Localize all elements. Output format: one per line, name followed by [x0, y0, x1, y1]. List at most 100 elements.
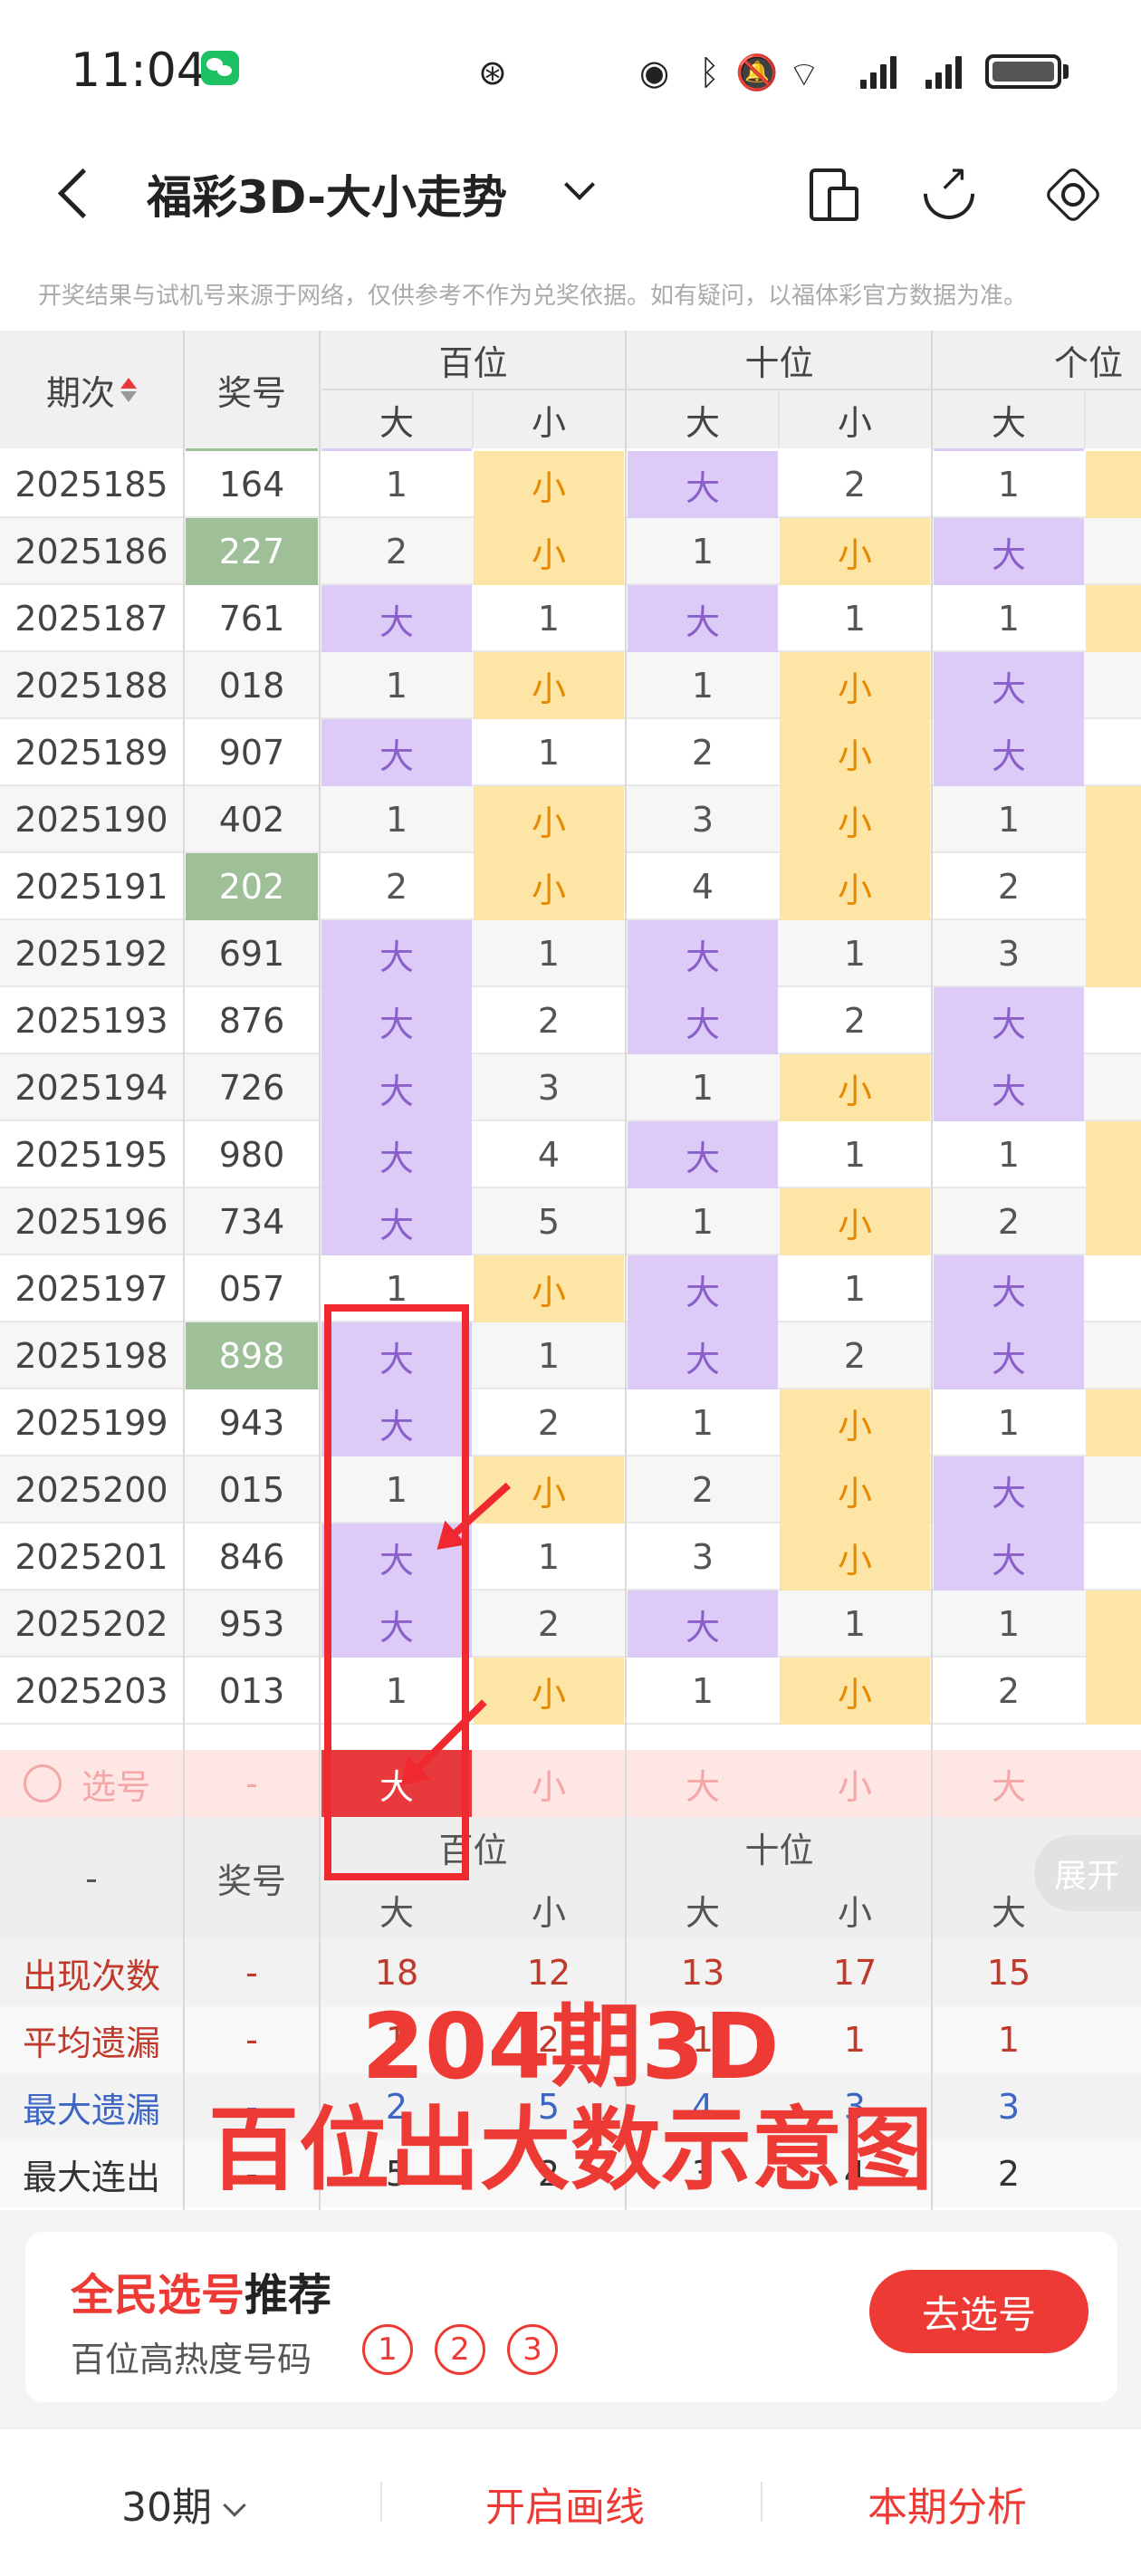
trend-cell: 1 — [997, 1135, 1021, 1175]
eye-icon: ◉ — [639, 53, 670, 92]
group-hundreds: 百位 — [438, 342, 508, 383]
trend-cell: 大 — [934, 1054, 1084, 1121]
number-cell: 943 — [218, 1403, 285, 1443]
period-selector[interactable]: 30期 — [121, 2475, 246, 2533]
table-row: 2025192 691 大 1 大 1 3 — [0, 920, 1141, 987]
footer-sub-small: 小 — [837, 1893, 872, 1933]
number-cell: 726 — [218, 1068, 285, 1108]
recommend-card[interactable]: 全民选号推荐 百位高热度号码 1 2 3 去选号 — [25, 2232, 1117, 2402]
group-units: 个位 — [1053, 342, 1123, 383]
footer-sub-big: 大 — [685, 1893, 720, 1933]
number-cell: 164 — [218, 465, 285, 505]
trend-cell: 2 — [843, 1001, 867, 1041]
trend-cell: 1 — [843, 1135, 867, 1175]
trend-cell: 1 — [997, 1604, 1021, 1644]
table-row: 2025200 015 1 小 2 小大 — [0, 1456, 1141, 1523]
trend-cell: 小 — [780, 1523, 930, 1591]
share-icon[interactable] — [918, 158, 974, 219]
trend-cell: 1 — [691, 1671, 714, 1711]
recommend-subtitle: 百位高热度号码 — [71, 2340, 312, 2379]
trend-cell: 1 — [997, 465, 1021, 505]
draw-line-button[interactable]: 开启画线 — [485, 2475, 645, 2533]
battery-icon — [985, 54, 1061, 89]
trend-cell: 1 — [843, 1604, 867, 1644]
pick-cell[interactable]: 大 — [628, 1750, 778, 1817]
pick-cell[interactable]: 小 — [780, 1750, 930, 1817]
footer-period: - — [85, 1858, 98, 1898]
units-small-edge — [1086, 1322, 1141, 1389]
trend-cell: 大 — [321, 920, 472, 987]
period-cell: 2025188 — [14, 666, 168, 706]
period-analysis-button[interactable]: 本期分析 — [868, 2475, 1027, 2533]
go-pick-button[interactable]: 去选号 — [869, 2270, 1088, 2353]
trend-cell: 大 — [628, 585, 778, 652]
pick-cell[interactable]: 大 — [934, 1750, 1084, 1817]
table-row: 2025198 898 大 1 大 2 大 — [0, 1322, 1141, 1389]
trend-cell: 小 — [474, 652, 624, 719]
chevron-down-icon[interactable] — [564, 169, 595, 200]
page-title[interactable]: 福彩3D-大小走势 — [147, 161, 507, 226]
sort-icon[interactable] — [120, 377, 137, 402]
trend-cell: 小 — [780, 1658, 930, 1725]
overlay-text-line2: 百位出大数示意图 — [208, 2097, 933, 2203]
sub-big: 大 — [379, 402, 414, 443]
trend-cell: 大 — [628, 987, 778, 1054]
trend-cell: 大 — [934, 1255, 1084, 1322]
trend-cell: 大 — [321, 1188, 472, 1255]
footer-number: 奖号 — [216, 1861, 286, 1901]
trend-cell: 2 — [691, 733, 714, 773]
units-small-edge — [1086, 786, 1141, 853]
status-bar: 11:04 ⊛ ◉ ᛒ 🔕 ⌔ — [0, 0, 1141, 136]
circle-icon[interactable] — [24, 1764, 62, 1802]
trend-cell: 1 — [691, 532, 714, 572]
units-small-edge — [1086, 518, 1141, 585]
table-row: 2025202 953 大 2 大 1 1 — [0, 1591, 1141, 1658]
sub-big: 大 — [685, 402, 720, 443]
number-ball: 1 — [362, 2324, 413, 2375]
units-small-edge — [1086, 1591, 1141, 1658]
pick-cell[interactable]: 小 — [474, 1750, 624, 1817]
trend-cell: 1 — [537, 599, 561, 639]
trend-cell: 1 — [691, 1403, 714, 1443]
table-row: 2025194 726 大 3 1 小大 — [0, 1054, 1141, 1121]
trend-cell: 1 — [385, 666, 408, 706]
trend-cell: 1 — [843, 599, 867, 639]
signal-icon-2 — [925, 54, 962, 89]
trend-cell: 4 — [691, 867, 714, 907]
period-cell: 2025191 — [14, 867, 168, 907]
trend-cell: 1 — [385, 465, 408, 505]
trend-cell: 2 — [537, 1604, 561, 1644]
nfc-icon: ⊛ — [478, 53, 507, 92]
trend-cell: 2 — [537, 1001, 561, 1041]
units-small-edge — [1086, 1456, 1141, 1523]
trend-cell: 小 — [474, 786, 624, 853]
screen-rotate-icon[interactable] — [801, 163, 858, 221]
trend-cell: 大 — [628, 1121, 778, 1188]
number-column-header: 奖号 — [216, 372, 286, 413]
units-small-edge — [1086, 719, 1141, 786]
trend-cell: 1 — [537, 1336, 561, 1376]
trend-cell: 2 — [537, 1403, 561, 1443]
trend-cell: 1 — [997, 599, 1021, 639]
back-icon[interactable] — [54, 163, 98, 226]
units-small-edge — [1086, 585, 1141, 652]
footer-sub-small: 小 — [531, 1893, 566, 1933]
period-column-header[interactable]: 期次 — [0, 331, 183, 448]
table-row: 2025201 846 大 1 3 小大 — [0, 1523, 1141, 1591]
trend-cell: 小 — [474, 1255, 624, 1322]
units-small-edge — [1086, 853, 1141, 920]
expand-button[interactable]: 展开 — [1034, 1835, 1141, 1911]
settings-icon[interactable] — [1041, 163, 1098, 219]
trend-cell: 3 — [691, 1537, 714, 1577]
period-cell: 2025190 — [14, 800, 168, 840]
units-small-edge — [1086, 920, 1141, 987]
trend-cell: 大 — [934, 987, 1084, 1054]
pick-row[interactable]: 选号 - 大 小 大 小 大 — [0, 1750, 1141, 1817]
trend-cell: 小 — [780, 518, 930, 585]
trend-cell: 小 — [780, 1389, 930, 1456]
period-cell: 2025198 — [14, 1336, 168, 1376]
bottom-bar: 30期 开启画线 本期分析 — [0, 2427, 1141, 2576]
trend-cell: 2 — [997, 1202, 1021, 1242]
pick-number: - — [245, 1764, 258, 1803]
disclaimer-text: 开奖结果与试机号来源于网络，仅供参考不作为兑奖依据。如有疑问，以福体彩官方数据为… — [38, 283, 1028, 310]
